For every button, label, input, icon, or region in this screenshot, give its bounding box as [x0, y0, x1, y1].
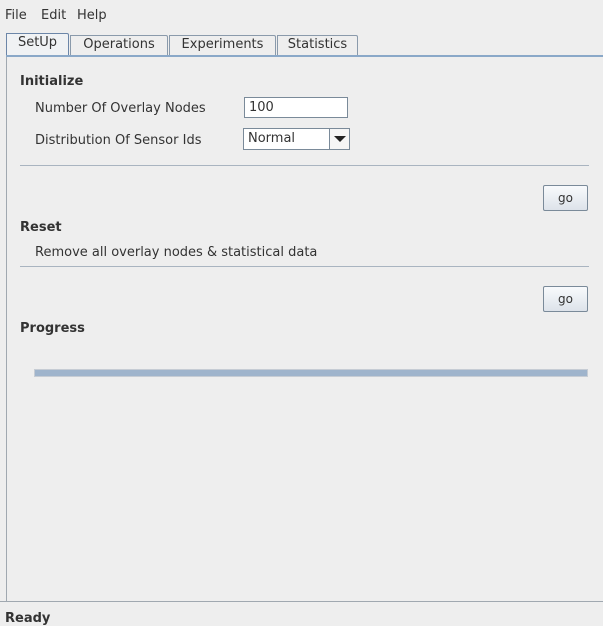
menu-file[interactable]: File — [5, 8, 27, 23]
reset-heading: Reset — [20, 220, 62, 235]
tab-setup[interactable]: SetUp — [6, 33, 69, 56]
chevron-down-icon — [334, 136, 346, 142]
status-text: Ready — [5, 611, 51, 626]
initialize-heading: Initialize — [20, 74, 84, 89]
reset-go-button[interactable]: go — [543, 286, 588, 312]
menu-help[interactable]: Help — [77, 8, 107, 23]
tab-operations[interactable]: Operations — [70, 35, 168, 55]
initialize-go-button[interactable]: go — [543, 185, 588, 211]
menu-edit[interactable]: Edit — [41, 8, 66, 23]
divider — [20, 266, 589, 267]
tab-statistics[interactable]: Statistics — [277, 35, 358, 55]
distribution-selected-value: Normal — [248, 131, 296, 146]
distribution-label: Distribution Of Sensor Ids — [35, 133, 202, 148]
menu-bar: File Edit Help — [0, 0, 603, 30]
distribution-select[interactable]: Normal — [243, 128, 350, 150]
reset-description: Remove all overlay nodes & statistical d… — [35, 245, 318, 260]
dropdown-button[interactable] — [329, 129, 349, 149]
divider — [20, 165, 589, 166]
status-bar: Ready — [0, 601, 603, 626]
overlay-nodes-input[interactable] — [244, 97, 348, 118]
tab-strip: SetUp Operations Experiments Statistics — [0, 33, 603, 56]
progress-fill — [35, 370, 587, 376]
overlay-nodes-label: Number Of Overlay Nodes — [35, 101, 206, 116]
tab-experiments[interactable]: Experiments — [169, 35, 276, 55]
progress-heading: Progress — [20, 321, 85, 336]
progress-bar — [34, 369, 588, 377]
